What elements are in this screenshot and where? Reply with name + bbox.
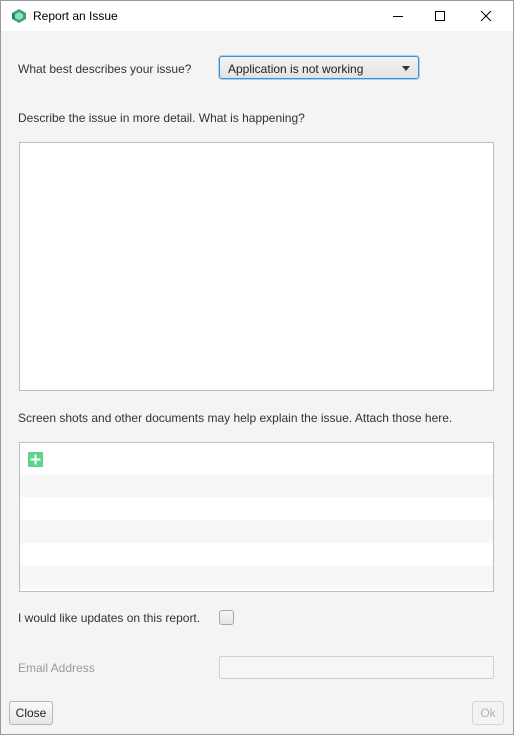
issue-type-value: Application is not working: [228, 62, 364, 76]
window-title: Report an Issue: [33, 9, 118, 23]
list-row: [20, 497, 493, 520]
close-button[interactable]: Close: [9, 701, 53, 725]
email-field[interactable]: [219, 656, 494, 679]
close-window-button[interactable]: [463, 1, 509, 31]
issue-type-select[interactable]: Application is not working: [219, 56, 419, 79]
minimize-button[interactable]: [375, 1, 421, 31]
attachments-list[interactable]: [19, 442, 494, 592]
attachments-label: Screen shots and other documents may hel…: [18, 411, 453, 425]
maximize-icon: [435, 11, 445, 21]
list-row: [20, 520, 493, 543]
updates-label: I would like updates on this report.: [18, 611, 201, 625]
minimize-icon: [393, 16, 403, 17]
report-issue-window: Report an Issue What best describes your…: [0, 0, 514, 735]
close-icon: [480, 10, 492, 22]
updates-checkbox[interactable]: [219, 610, 234, 625]
list-row: [20, 566, 493, 589]
maximize-button[interactable]: [417, 1, 463, 31]
app-icon: [12, 9, 26, 23]
add-icon[interactable]: [28, 452, 43, 467]
list-row: [20, 443, 493, 466]
list-row: [20, 543, 493, 566]
issue-type-label: What best describes your issue?: [18, 62, 192, 76]
email-label: Email Address: [18, 661, 95, 675]
dropdown-caret-icon: [402, 66, 410, 71]
list-row: [20, 474, 493, 497]
ok-button[interactable]: Ok: [472, 701, 504, 725]
details-textarea[interactable]: [19, 142, 494, 391]
details-label: Describe the issue in more detail. What …: [18, 111, 305, 125]
title-bar[interactable]: Report an Issue: [1, 1, 513, 31]
